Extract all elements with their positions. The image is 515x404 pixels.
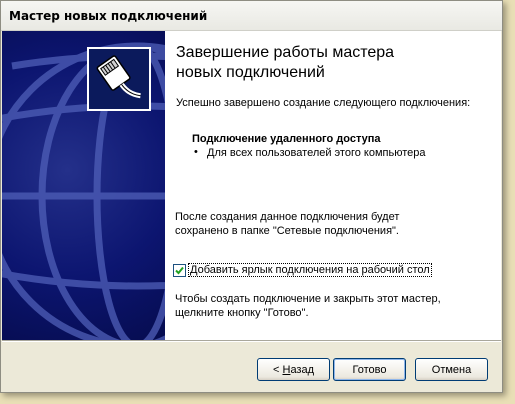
finish-hint-line-2: щелкните кнопку "Готово". <box>175 307 309 319</box>
success-text: Успешно завершено создание следующего по… <box>176 97 471 109</box>
page-title-line-2: новых подключений <box>176 64 325 81</box>
separator-line <box>2 340 501 342</box>
window-title: Мастер новых подключений <box>9 9 208 23</box>
cancel-button[interactable]: Отмена <box>415 358 488 381</box>
back-button[interactable]: < Назад <box>257 358 330 381</box>
connection-name: Подключение удаленного доступа <box>192 133 381 145</box>
connection-detail: Для всех пользователей этого компьютера <box>207 147 426 159</box>
title-bar[interactable]: Мастер новых подключений <box>1 1 502 31</box>
finish-hint-line-1: Чтобы создать подключение и закрыть этот… <box>175 293 441 305</box>
page-title-line-1: Завершение работы мастера <box>176 44 395 61</box>
network-cable-icon <box>87 47 151 111</box>
wizard-sidebar <box>2 31 165 340</box>
bullet-icon: • <box>194 146 198 158</box>
shortcut-checkbox-label[interactable]: Добавить ярлык подключения на рабочий ст… <box>188 263 432 277</box>
wizard-window: Мастер новых подключений Завершение рабо… <box>0 0 503 393</box>
shortcut-checkbox[interactable] <box>173 264 186 277</box>
saved-text-line-2: сохранено в папке "Сетевые подключения". <box>175 225 399 237</box>
checkmark-icon <box>175 266 184 275</box>
wizard-content: Завершение работы мастера новых подключе… <box>165 31 501 340</box>
finish-button[interactable]: Готово <box>333 358 406 381</box>
page-title: Завершение работы мастера новых подключе… <box>176 43 476 83</box>
saved-text-line-1: После создания данное подключения будет <box>175 211 400 223</box>
